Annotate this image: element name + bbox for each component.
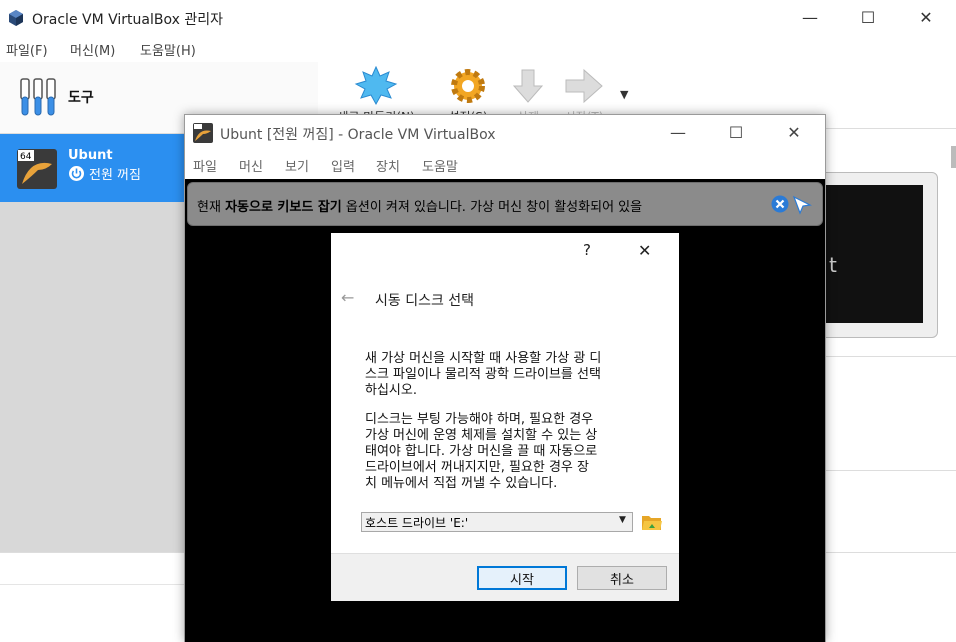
manager-window-title: Oracle VM VirtualBox 관리자 — [32, 12, 223, 28]
dialog-title: 시동 디스크 선택 — [375, 293, 475, 309]
vm-menu-help[interactable]: 도움말 — [422, 156, 458, 175]
back-arrow-icon[interactable]: ← — [341, 288, 354, 307]
start-arrow-icon — [565, 68, 603, 104]
manager-menubar: 파일(F) 머신(M) 도움말(H) — [0, 36, 956, 62]
power-off-icon — [69, 166, 84, 181]
vm-window-icon — [193, 123, 213, 143]
cancel-button[interactable]: 취소 — [577, 566, 667, 590]
vm-window: Ubunt [전원 꺼짐] - Oracle VM VirtualBox — ☐… — [184, 114, 826, 642]
vm-menu-file[interactable]: 파일 — [193, 156, 217, 175]
maximize-button[interactable]: ☐ — [845, 0, 891, 34]
vm-state: 전원 꺼짐 — [68, 164, 141, 183]
vm-state-label: 전원 꺼짐 — [89, 168, 141, 183]
start-dropdown-icon[interactable]: ▼ — [620, 88, 628, 101]
close-notification-icon[interactable] — [771, 195, 789, 213]
dialog-instructions: 새 가상 머신을 시작할 때 사용할 가상 광 디 스크 파일이나 물리적 광학… — [365, 351, 602, 398]
boot-disk-dialog: ? ✕ ← 시동 디스크 선택 새 가상 머신을 시작할 때 사용할 가상 광 … — [331, 233, 679, 601]
chevron-down-icon: ▼ — [619, 515, 626, 525]
manager-titlebar: Oracle VM VirtualBox 관리자 — ☐ ✕ — [0, 0, 956, 36]
details-divider — [826, 356, 956, 357]
details-divider — [826, 470, 956, 471]
vm-minimize-button[interactable]: — — [655, 115, 701, 149]
vm-name: Ubunt — [68, 148, 113, 163]
dialog-close-button[interactable]: ✕ — [638, 241, 651, 260]
minimize-button[interactable]: — — [787, 0, 833, 34]
vm-menu-machine[interactable]: 머신 — [239, 156, 263, 175]
details-scrollbar[interactable] — [951, 146, 956, 168]
vm-close-button[interactable]: ✕ — [771, 115, 817, 149]
vm-window-titlebar: Ubunt [전원 꺼짐] - Oracle VM VirtualBox — ☐… — [185, 115, 825, 151]
vm-maximize-button[interactable]: ☐ — [713, 115, 759, 149]
virtualbox-cube-icon — [9, 10, 23, 26]
drive-select[interactable]: 호스트 드라이브 'E:' ▼ — [361, 512, 633, 532]
menu-help[interactable]: 도움말(H) — [140, 40, 196, 59]
drive-select-value: 호스트 드라이브 'E:' — [365, 516, 469, 530]
help-button[interactable]: ? — [583, 241, 591, 259]
folder-open-icon[interactable] — [641, 511, 663, 533]
preview-text: t — [829, 253, 837, 277]
vm-os-icon: 64 — [17, 149, 57, 189]
vm-menu-view[interactable]: 보기 — [285, 156, 309, 175]
vm-badge: 64 — [20, 152, 32, 162]
menu-machine[interactable]: 머신(M) — [70, 40, 115, 59]
close-button[interactable]: ✕ — [903, 0, 949, 34]
gear-icon — [451, 69, 485, 103]
notification-text: 현재 자동으로 키보드 잡기 옵션이 켜져 있습니다. 가상 머신 창이 활성화… — [197, 200, 643, 215]
vm-menu-input[interactable]: 입력 — [331, 156, 355, 175]
start-dialog-button[interactable]: 시작 — [477, 566, 567, 590]
new-star-icon — [354, 66, 398, 106]
bottom-divider — [0, 584, 185, 585]
dialog-footer: 시작 취소 — [331, 553, 679, 601]
mouse-pointer-icon — [792, 195, 812, 215]
discard-arrow-icon — [512, 69, 544, 103]
vm-window-title: Ubunt [전원 꺼짐] - Oracle VM VirtualBox — [220, 127, 496, 143]
dialog-description: 디스크는 부팅 가능해야 하며, 필요한 경우 가상 머신에 운영 체제를 설치… — [365, 412, 598, 491]
vm-menubar: 파일 머신 보기 입력 장치 도움말 — [185, 151, 825, 179]
tools-icon — [20, 78, 56, 116]
tools-label: 도구 — [68, 90, 94, 106]
menu-file[interactable]: 파일(F) — [6, 40, 48, 59]
vm-menu-devices[interactable]: 장치 — [376, 156, 400, 175]
keyboard-capture-notification: 현재 자동으로 키보드 잡기 옵션이 켜져 있습니다. 가상 머신 창이 활성화… — [187, 182, 823, 226]
